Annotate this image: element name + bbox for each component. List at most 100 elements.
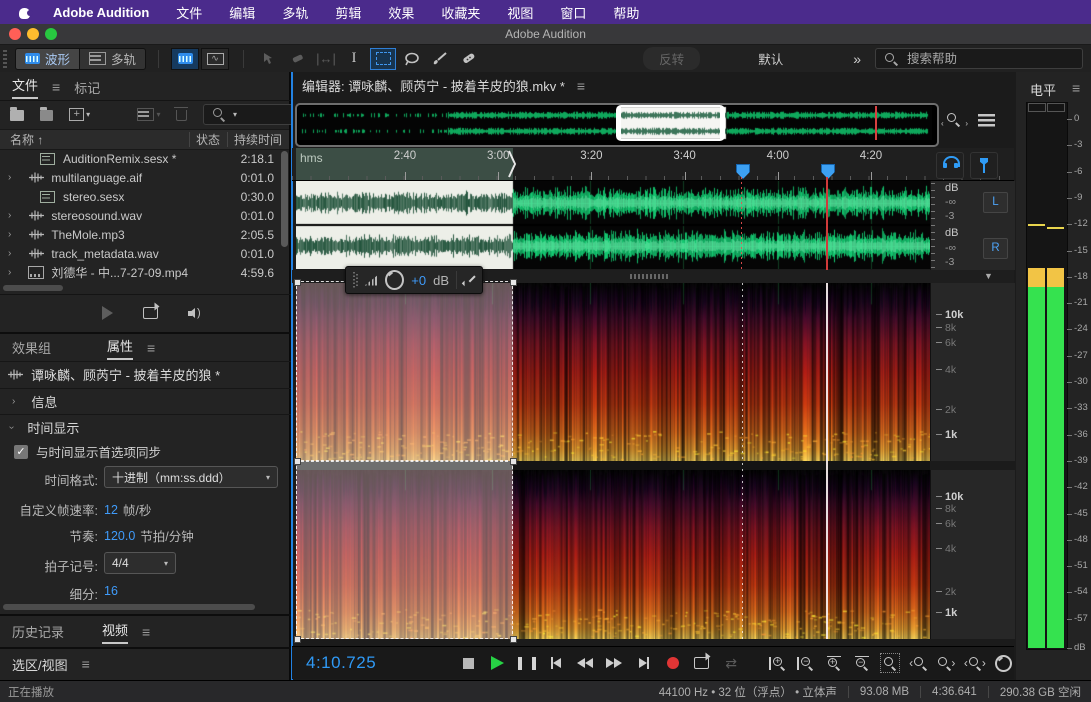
list-icon[interactable] bbox=[978, 114, 995, 128]
pin-icon[interactable] bbox=[464, 274, 475, 286]
app-menu[interactable]: Adobe Audition bbox=[53, 5, 149, 20]
tab-effects-rack[interactable]: 效果组 bbox=[12, 338, 51, 357]
collapse-triangle-icon[interactable]: ▼ bbox=[984, 271, 993, 281]
razor-tool[interactable] bbox=[286, 49, 310, 69]
loop-playback-button[interactable] bbox=[691, 653, 712, 673]
selection-handle[interactable] bbox=[294, 636, 301, 643]
timer-button[interactable] bbox=[993, 653, 1014, 673]
file-row[interactable]: AuditionRemix.sesx * 2:18.1 bbox=[0, 149, 282, 168]
zoom-out-amplitude-button[interactable]: − bbox=[795, 653, 816, 673]
help-search-input[interactable] bbox=[905, 50, 1049, 67]
properties-horizontal-scrollbar[interactable] bbox=[3, 604, 255, 610]
pause-button[interactable] bbox=[516, 653, 537, 673]
preview-audio-icon[interactable]: ) bbox=[188, 307, 202, 319]
file-row[interactable]: › TheMole.mp3 2:05.5 bbox=[0, 225, 282, 244]
menu-effects[interactable]: 效果 bbox=[388, 3, 414, 22]
menu-help[interactable]: 帮助 bbox=[613, 3, 639, 22]
gain-hud[interactable]: +0 dB bbox=[345, 266, 483, 294]
preview-play-button[interactable] bbox=[102, 306, 113, 320]
zoom-in-amplitude-button[interactable]: + bbox=[767, 653, 788, 673]
file-row[interactable]: stereo.sesx 0:30.0 bbox=[0, 187, 282, 206]
preview-loop-button[interactable] bbox=[143, 307, 158, 319]
tab-markers[interactable]: 标记 bbox=[74, 78, 100, 97]
selection-handle[interactable] bbox=[294, 458, 301, 465]
zoom-sel-in-button[interactable]: ‹ bbox=[908, 653, 929, 673]
marquee-selection-top[interactable] bbox=[296, 281, 513, 461]
file-row[interactable]: › 刘德华 - 中...7-27-09.mp4 4:59.6 bbox=[0, 263, 282, 282]
menu-clip[interactable]: 剪辑 bbox=[335, 3, 361, 22]
stop-button[interactable] bbox=[458, 653, 479, 673]
zoom-navigate-icon[interactable]: ‹ › bbox=[941, 112, 968, 134]
clip-indicator-right[interactable] bbox=[1047, 103, 1065, 112]
paintbrush-selection-tool[interactable] bbox=[428, 49, 452, 69]
menu-window[interactable]: 窗口 bbox=[560, 3, 586, 22]
marquee-selection-bottom[interactable] bbox=[296, 461, 513, 639]
file-row[interactable]: › track_metadata.wav 0:01.0 bbox=[0, 244, 282, 263]
slip-tool[interactable]: |↔| bbox=[314, 49, 338, 69]
expander-icon[interactable]: › bbox=[8, 210, 11, 221]
column-name[interactable]: 名称 ↑ bbox=[10, 131, 43, 148]
expander-icon[interactable]: › bbox=[8, 248, 11, 259]
selection-handle[interactable] bbox=[510, 458, 517, 465]
menu-file[interactable]: 文件 bbox=[176, 3, 202, 22]
spot-healing-brush-tool[interactable] bbox=[456, 49, 480, 69]
help-search-box[interactable] bbox=[875, 48, 1083, 69]
marquee-selection-tool[interactable] bbox=[370, 47, 397, 70]
play-button[interactable] bbox=[487, 653, 508, 673]
overview-bar[interactable] bbox=[295, 103, 939, 147]
monitor-headphones-button[interactable] bbox=[936, 152, 964, 179]
menu-view[interactable]: 视图 bbox=[507, 3, 533, 22]
splitter-grip[interactable] bbox=[630, 274, 668, 279]
expander-icon[interactable]: › bbox=[8, 229, 11, 240]
files-panel-menu-icon[interactable] bbox=[52, 79, 60, 95]
menu-favorites[interactable]: 收藏夹 bbox=[441, 3, 480, 22]
multitrack-mode-button[interactable]: 多轨 bbox=[80, 47, 147, 70]
apple-icon[interactable] bbox=[18, 6, 33, 19]
tab-files[interactable]: 文件 bbox=[12, 75, 39, 99]
time-format-dropdown[interactable]: 十进制（mm:ss.ddd） ▾ bbox=[104, 466, 278, 488]
menu-edit[interactable]: 编辑 bbox=[229, 3, 255, 22]
tempo-value[interactable]: 120.0 bbox=[104, 529, 135, 543]
file-row[interactable]: › multilanguage.aif 0:01.0 bbox=[0, 168, 282, 187]
section-info[interactable]: › 信息 bbox=[0, 388, 301, 413]
gain-knob[interactable] bbox=[385, 270, 405, 290]
column-duration[interactable]: 持续时间 bbox=[234, 131, 282, 148]
selection-handle[interactable] bbox=[294, 279, 301, 286]
files-vertical-scrollbar[interactable] bbox=[281, 151, 288, 247]
selection-view-menu-icon[interactable] bbox=[82, 656, 90, 672]
framerate-value[interactable]: 12 bbox=[104, 503, 118, 517]
import-file-button[interactable] bbox=[39, 107, 54, 121]
sync-time-checkbox-row[interactable]: ✓ 与时间显示首选项同步 bbox=[14, 442, 161, 461]
lasso-selection-tool[interactable] bbox=[400, 49, 424, 69]
toolbar-grip[interactable] bbox=[3, 49, 7, 68]
record-button[interactable] bbox=[662, 653, 683, 673]
expander-icon[interactable]: › bbox=[8, 172, 11, 183]
hud-gain-value[interactable]: +0 bbox=[411, 273, 426, 288]
channel-left-button[interactable]: L bbox=[983, 192, 1008, 213]
zoom-selection-button[interactable]: ‹ › bbox=[964, 653, 986, 673]
rewind-button[interactable] bbox=[575, 653, 596, 673]
properties-panel-menu-icon[interactable] bbox=[147, 340, 155, 356]
tab-properties[interactable]: 属性 bbox=[107, 336, 134, 360]
zoom-full-button[interactable] bbox=[879, 653, 900, 673]
fast-forward-button[interactable] bbox=[604, 653, 625, 673]
zoom-in-time-button[interactable]: + bbox=[823, 653, 844, 673]
zoom-out-time-button[interactable]: − bbox=[851, 653, 872, 673]
waveform-view-toggle[interactable] bbox=[171, 47, 200, 70]
channel-right-button[interactable]: R bbox=[983, 238, 1008, 259]
skip-to-end-button[interactable] bbox=[633, 653, 654, 673]
file-row[interactable]: › stereosound.wav 0:01.0 bbox=[0, 206, 282, 225]
tab-video[interactable]: 视频 bbox=[102, 620, 129, 644]
tab-history[interactable]: 历史记录 bbox=[12, 622, 64, 641]
skip-to-start-button[interactable] bbox=[545, 653, 566, 673]
clip-indicator-left[interactable] bbox=[1028, 103, 1046, 112]
delete-file-button[interactable] bbox=[174, 106, 190, 121]
waveform-mode-button[interactable]: 波形 bbox=[15, 47, 81, 70]
menu-multitrack[interactable]: 多轨 bbox=[282, 3, 308, 22]
hud-grip[interactable] bbox=[353, 272, 358, 288]
section-time-display[interactable]: › 时间显示 bbox=[0, 414, 299, 439]
column-status[interactable]: 状态 bbox=[196, 131, 220, 148]
files-search-box[interactable]: ▾ bbox=[202, 103, 299, 125]
selection-handle[interactable] bbox=[510, 279, 517, 286]
files-horizontal-scrollbar[interactable] bbox=[3, 285, 63, 291]
